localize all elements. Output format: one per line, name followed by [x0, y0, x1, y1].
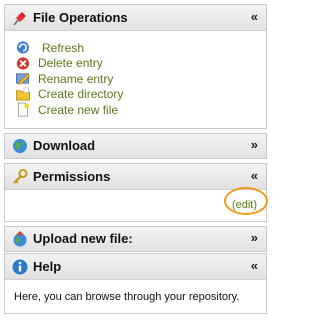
info-icon [12, 259, 28, 275]
upload-panel: Upload new file: » [4, 226, 267, 252]
upload-header[interactable]: Upload new file: » [5, 227, 266, 251]
download-title: Download [33, 138, 96, 153]
expand-toggle[interactable]: » [251, 230, 258, 245]
rename-icon [16, 73, 30, 85]
delete-icon [16, 56, 30, 70]
rename-entry-link[interactable]: Rename entry [15, 71, 123, 86]
help-panel: Help « Here, you can browse through your… [4, 253, 267, 314]
download-header[interactable]: Download » [5, 134, 266, 158]
key-icon [13, 169, 28, 184]
delete-entry-link[interactable]: Delete entry [15, 56, 123, 71]
collapse-toggle[interactable]: « [251, 168, 258, 183]
rename-entry-label: Rename entry [38, 71, 114, 86]
create-directory-label: Create directory [38, 87, 124, 101]
new-file-icon [17, 102, 30, 117]
refresh-link[interactable]: Refresh [15, 40, 123, 55]
help-text: Here, you can browse through your reposi… [14, 291, 240, 303]
help-header[interactable]: Help « [5, 254, 266, 280]
permissions-title: Permissions [33, 169, 111, 184]
create-new-file-link[interactable]: Create new file [15, 102, 123, 117]
help-title: Help [33, 259, 62, 274]
expand-toggle[interactable]: » [251, 137, 258, 152]
refresh-icon [16, 41, 30, 54]
file-operations-panel: File Operations « Refresh Delete entry R… [4, 4, 267, 129]
delete-entry-label: Delete entry [38, 56, 103, 70]
file-operations-header[interactable]: File Operations « [5, 5, 266, 31]
edit-permissions-link[interactable]: (edit) [232, 199, 257, 211]
create-new-file-label: Create new file [38, 102, 119, 117]
download-panel: Download » [4, 133, 267, 159]
permissions-header[interactable]: Permissions « [5, 164, 266, 190]
collapse-toggle[interactable]: « [251, 9, 258, 24]
permissions-panel: Permissions « (edit) [4, 163, 267, 222]
collapse-toggle[interactable]: « [251, 258, 258, 273]
folder-icon [16, 87, 30, 100]
file-operations-title: File Operations [33, 10, 128, 25]
refresh-label: Refresh [42, 40, 85, 55]
globe-upload-icon [13, 231, 27, 247]
globe-download-icon [13, 139, 27, 153]
create-directory-link[interactable]: Create directory [15, 87, 123, 102]
upload-title: Upload new file: [33, 231, 133, 246]
pushpin-icon [13, 12, 26, 26]
file-operations-list: Refresh Delete entry Rename entry Create… [15, 40, 123, 118]
